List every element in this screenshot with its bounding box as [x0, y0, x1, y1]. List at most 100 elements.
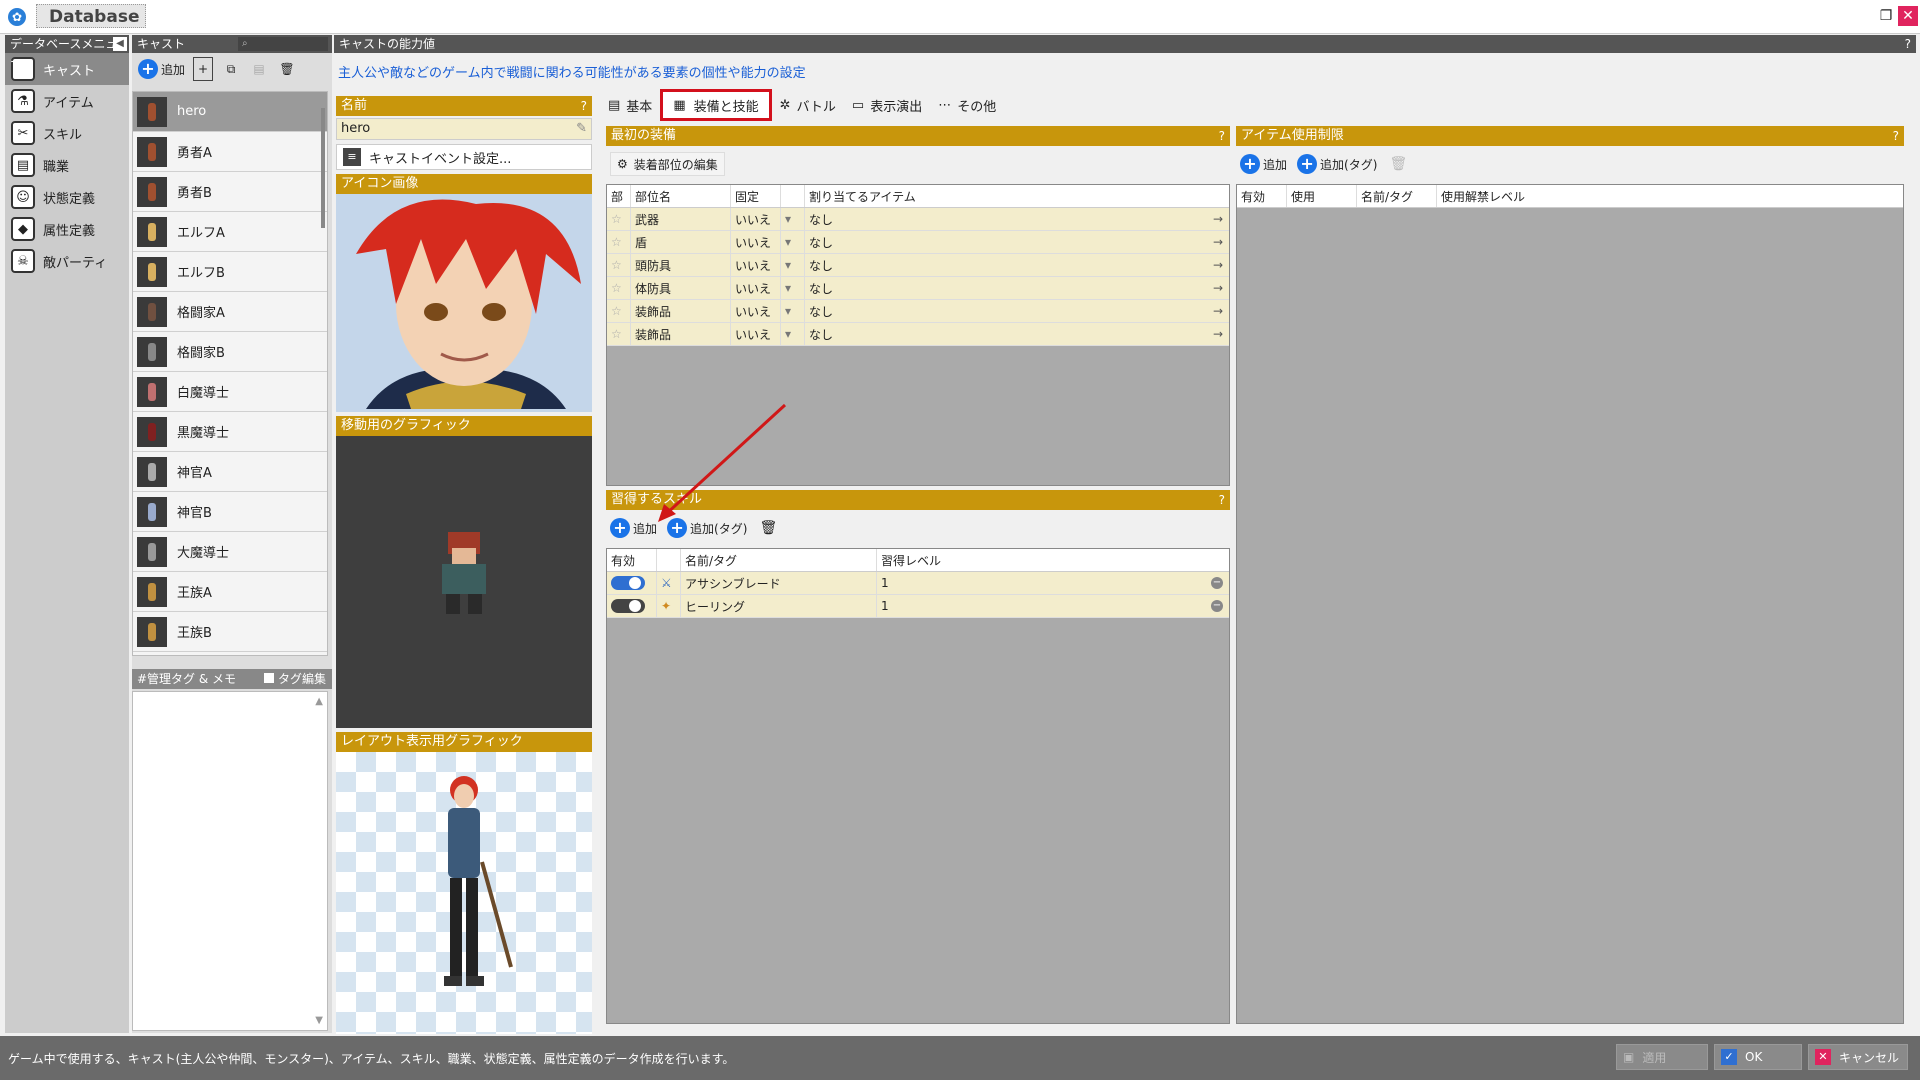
arrow-right-icon[interactable]: → [1213, 304, 1223, 318]
cast-item[interactable]: 白魔導士 [133, 372, 327, 412]
equipment-row[interactable]: ☆ 頭防具 いいえ ▾ なし → [607, 254, 1229, 277]
arrow-right-icon[interactable]: → [1213, 281, 1223, 295]
help-icon[interactable]: ? [1893, 126, 1899, 146]
help-icon[interactable]: ? [1219, 490, 1225, 510]
arrow-right-icon[interactable]: → [1213, 327, 1223, 341]
tab-display[interactable]: ▭ 表示演出 [844, 91, 930, 119]
name-field[interactable]: hero ✎ [336, 118, 592, 140]
cast-item[interactable]: 勇者B [133, 172, 327, 212]
cast-item[interactable]: 王族A [133, 572, 327, 612]
cast-item[interactable]: エルフA [133, 212, 327, 252]
menu-item-cast[interactable]: ☰ キャスト [5, 53, 129, 85]
assigned-item[interactable]: なし → [805, 254, 1229, 276]
equipment-row[interactable]: ☆ 体防具 いいえ ▾ なし → [607, 277, 1229, 300]
restore-icon[interactable]: ❐ [1876, 6, 1896, 26]
help-icon[interactable]: ? [581, 96, 587, 116]
cast-event-button[interactable]: ≡ キャストイベント設定... [336, 144, 592, 170]
equipment-row[interactable]: ☆ 装飾品 いいえ ▾ なし → [607, 300, 1229, 323]
remove-icon[interactable]: − [1211, 577, 1223, 589]
move-graphic[interactable] [336, 436, 592, 728]
dropdown-icon[interactable]: ▾ [781, 323, 805, 345]
cancel-button[interactable]: ✕ キャンセル [1808, 1044, 1908, 1070]
cast-list: hero 勇者A 勇者B エルフA エルフB 格闘家A 格闘家B 白魔導士 黒魔… [132, 91, 328, 656]
cast-item[interactable]: 格闘家B [133, 332, 327, 372]
add-restriction-button[interactable]: + 追加 [1240, 152, 1287, 176]
cast-name: 大魔導士 [177, 546, 230, 561]
dropdown-icon[interactable]: ▾ [781, 231, 805, 253]
cast-item[interactable]: 神官A [133, 452, 327, 492]
memo-textarea[interactable]: ▲ ▼ [132, 691, 328, 1031]
skill-row[interactable]: ⚔ アサシンブレード 1− [607, 572, 1229, 595]
cast-item-hero[interactable]: hero [133, 92, 327, 132]
enabled-toggle[interactable] [611, 576, 645, 590]
cast-item[interactable]: 王族B [133, 612, 327, 652]
skill-row[interactable]: ✦ ヒーリング 1− [607, 595, 1229, 618]
scrollbar[interactable] [321, 108, 325, 228]
equipment-row[interactable]: ☆ 盾いいえ ▾ なし → [607, 231, 1229, 254]
collapse-icon[interactable]: ◀ [113, 37, 127, 51]
app-icon: ✿ [8, 8, 26, 26]
icon-image[interactable] [336, 194, 592, 412]
assigned-item-value: なし [809, 281, 834, 296]
tab-other[interactable]: ⋯ その他 [930, 91, 1004, 119]
ok-button[interactable]: ✓ OK [1714, 1044, 1802, 1070]
arrow-right-icon[interactable]: → [1213, 235, 1223, 249]
cast-item[interactable]: 大魔導士 [133, 532, 327, 572]
dropdown-icon[interactable]: ▾ [781, 208, 805, 230]
layout-graphic[interactable] [336, 752, 592, 1034]
assigned-item[interactable]: なし → [805, 277, 1229, 299]
add-restriction-tag-button[interactable]: + 追加(タグ) [1297, 152, 1377, 176]
apply-button[interactable]: ▣ 適用 [1616, 1044, 1708, 1070]
cast-item[interactable]: エルフB [133, 252, 327, 292]
menu-item-skill[interactable]: ✂ スキル [5, 117, 129, 149]
menu-item-attribute[interactable]: ◆ 属性定義 [5, 213, 129, 245]
fixed-value[interactable]: いいえ [731, 300, 781, 322]
cast-item[interactable]: 勇者A [133, 132, 327, 172]
delete-icon[interactable]: 🗑 [1387, 152, 1409, 176]
cast-item[interactable]: 神官B [133, 492, 327, 532]
scroll-down-icon[interactable]: ▼ [315, 1015, 323, 1026]
assigned-item[interactable]: なし → [805, 300, 1229, 322]
tab-battle[interactable]: ✲ バトル [772, 91, 844, 119]
dropdown-icon[interactable]: ▾ [781, 277, 805, 299]
remove-icon[interactable]: − [1211, 600, 1223, 612]
assigned-item[interactable]: なし → [805, 323, 1229, 345]
skill-level[interactable]: 1− [877, 572, 1229, 594]
scroll-up-icon[interactable]: ▲ [315, 696, 323, 707]
assigned-item[interactable]: なし → [805, 231, 1229, 253]
menu-item-state[interactable]: ☺ 状態定義 [5, 181, 129, 213]
tag-edit-checkbox[interactable]: タグ編集 [263, 669, 326, 689]
dropdown-icon[interactable]: ▾ [781, 254, 805, 276]
close-icon[interactable]: ✕ [1898, 6, 1918, 26]
cast-item[interactable]: 格闘家A [133, 292, 327, 332]
menu-item-class[interactable]: ▤ 職業 [5, 149, 129, 181]
delete-icon[interactable]: 🗑 [277, 57, 297, 81]
fixed-value[interactable]: いいえ [731, 231, 781, 253]
dropdown-icon[interactable]: ▾ [781, 300, 805, 322]
fixed-value[interactable]: いいえ [731, 254, 781, 276]
enabled-toggle[interactable] [611, 599, 645, 613]
add-cast-button[interactable]: + 追加 [138, 57, 185, 81]
arrow-right-icon[interactable]: → [1213, 212, 1223, 226]
help-icon[interactable]: ? [1905, 35, 1911, 53]
tag-memo-header: #管理タグ & メモ タグ編集 [132, 669, 332, 689]
skill-level[interactable]: 1− [877, 595, 1229, 617]
tab-basic[interactable]: ▤ 基本 [600, 91, 660, 119]
tab-equipment-skills[interactable]: ▦ 装備と技能 [660, 89, 772, 121]
paste-icon[interactable]: ▤ [249, 57, 269, 81]
arrow-right-icon[interactable]: → [1213, 258, 1223, 272]
new-icon[interactable]: + [193, 57, 214, 81]
copy-icon[interactable]: ⧉ [221, 57, 241, 81]
fixed-value[interactable]: いいえ [731, 277, 781, 299]
assigned-item[interactable]: なし → [805, 208, 1229, 230]
equipment-row[interactable]: ☆ 武器 いいえ ▾ なし → [607, 208, 1229, 231]
cast-item[interactable]: 黒魔導士 [133, 412, 327, 452]
equipment-row[interactable]: ☆ 装飾品 いいえ ▾ なし → [607, 323, 1229, 346]
edit-slots-button[interactable]: ⚙ 装着部位の編集 [610, 152, 725, 176]
fixed-value[interactable]: いいえ [731, 208, 781, 230]
help-icon[interactable]: ? [1219, 126, 1225, 146]
search-icon[interactable]: ⌕ [238, 37, 328, 51]
menu-item-enemy-party[interactable]: ☠ 敵パーティ [5, 245, 129, 277]
fixed-value[interactable]: いいえ [731, 323, 781, 345]
menu-item-item[interactable]: ⚗ アイテム [5, 85, 129, 117]
